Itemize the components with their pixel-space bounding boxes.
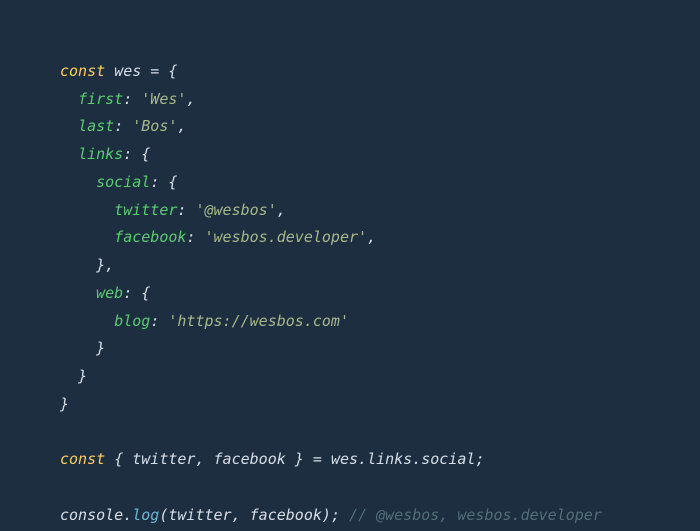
variable-name: twitter [132, 450, 195, 468]
indent [60, 173, 96, 191]
comment: // @wesbos, wesbos.developer [349, 506, 602, 524]
property: links [78, 145, 123, 163]
comma: , [232, 506, 250, 524]
variable-name: twitter [168, 506, 231, 524]
indent [60, 312, 114, 330]
code-line: const wes = { [60, 62, 177, 80]
code-line: facebook: 'wesbos.developer', [60, 228, 376, 246]
object: links [367, 450, 412, 468]
indent [60, 256, 96, 274]
dot: . [412, 450, 421, 468]
brace: { [168, 173, 177, 191]
keyword-const: const [60, 450, 105, 468]
space [340, 506, 349, 524]
brace: } [286, 450, 304, 468]
object: console [60, 506, 123, 524]
code-line: }, [60, 256, 114, 274]
comma: , [277, 201, 286, 219]
indent [60, 90, 78, 108]
colon: : [123, 284, 141, 302]
colon: : [123, 145, 141, 163]
operator: = [304, 450, 331, 468]
brace: }, [96, 256, 114, 274]
code-line: console.log(twitter, facebook); // @wesb… [60, 506, 602, 524]
brace: { [141, 145, 150, 163]
property: blog [114, 312, 150, 330]
colon: : [177, 201, 195, 219]
property: web [96, 284, 123, 302]
code-line: } [60, 395, 69, 413]
code-line: social: { [60, 173, 177, 191]
comma: , [186, 90, 195, 108]
property: social [96, 173, 150, 191]
comma: , [367, 228, 376, 246]
indent [60, 117, 78, 135]
code-line: first: 'Wes', [60, 90, 195, 108]
colon: : [150, 173, 168, 191]
dot: . [358, 450, 367, 468]
code-block: const wes = { first: 'Wes', last: 'Bos',… [60, 30, 640, 530]
space [105, 450, 114, 468]
variable-name: facebook [250, 506, 322, 524]
paren: ) [322, 506, 331, 524]
property: twitter [114, 201, 177, 219]
object: wes [331, 450, 358, 468]
brace: { [141, 284, 150, 302]
brace: } [96, 339, 105, 357]
string: 'https://wesbos.com' [168, 312, 349, 330]
semicolon: ; [331, 506, 340, 524]
indent [60, 339, 96, 357]
code-line: } [60, 339, 105, 357]
variable-name: facebook [214, 450, 286, 468]
indent [60, 145, 78, 163]
comma: , [177, 117, 186, 135]
brace: } [60, 395, 69, 413]
variable-name: wes [114, 62, 141, 80]
colon: : [150, 312, 168, 330]
indent [60, 367, 78, 385]
comma: , [195, 450, 213, 468]
property: first [78, 90, 123, 108]
code-line: } [60, 367, 87, 385]
colon: : [123, 90, 141, 108]
indent [60, 284, 96, 302]
code-line: twitter: '@wesbos', [60, 201, 286, 219]
object: social [421, 450, 475, 468]
code-line: blog: 'https://wesbos.com' [60, 312, 349, 330]
keyword-const: const [60, 62, 105, 80]
operator: = [141, 62, 168, 80]
code-line: const { twitter, facebook } = wes.links.… [60, 450, 484, 468]
dot: . [123, 506, 132, 524]
string: 'Bos' [132, 117, 177, 135]
colon: : [114, 117, 132, 135]
string: '@wesbos' [195, 201, 276, 219]
code-line: web: { [60, 284, 150, 302]
property: last [78, 117, 114, 135]
colon: : [186, 228, 204, 246]
code-line: last: 'Bos', [60, 117, 186, 135]
brace: { [114, 450, 132, 468]
brace: } [78, 367, 87, 385]
indent [60, 201, 114, 219]
property: facebook [114, 228, 186, 246]
string: 'wesbos.developer' [205, 228, 368, 246]
semicolon: ; [475, 450, 484, 468]
string: 'Wes' [141, 90, 186, 108]
brace: { [168, 62, 177, 80]
code-line: links: { [60, 145, 150, 163]
indent [60, 228, 114, 246]
method: log [132, 506, 159, 524]
